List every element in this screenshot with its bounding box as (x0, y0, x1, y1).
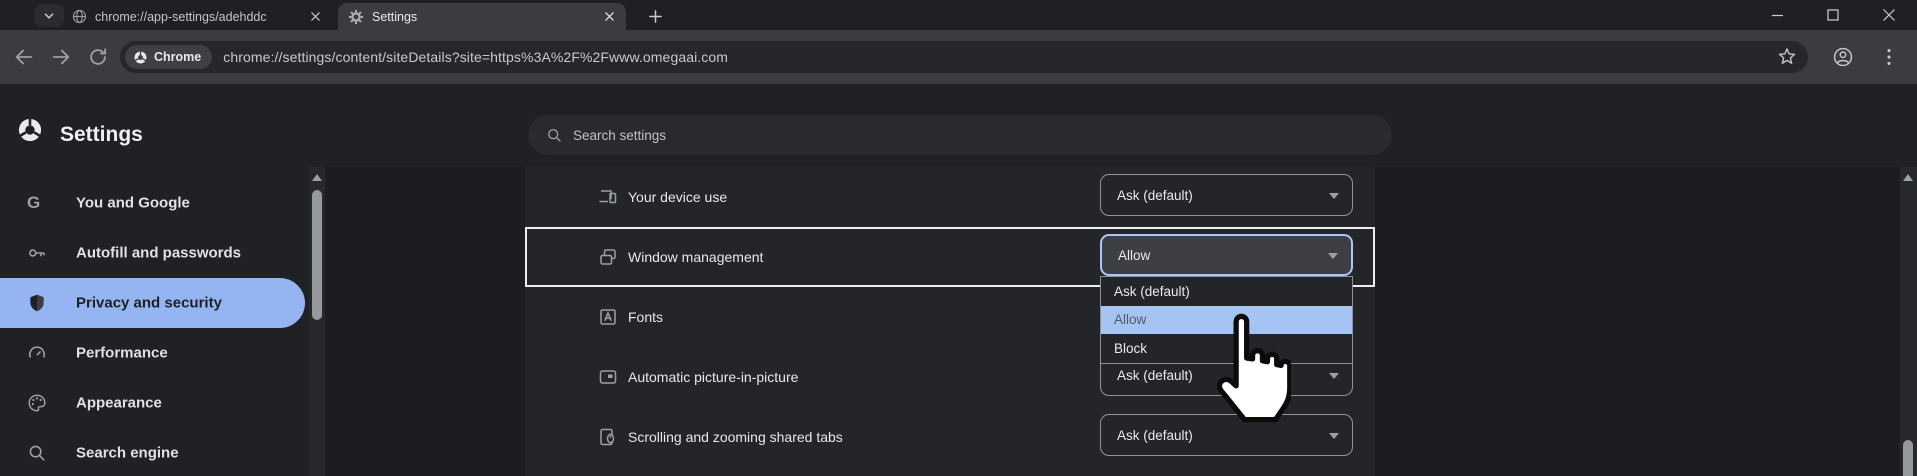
kebab-menu-icon[interactable] (1878, 46, 1900, 68)
sidebar-item-label: Privacy and security (76, 295, 222, 312)
permission-label: Scrolling and zooming shared tabs (628, 429, 843, 445)
content-area: Your device use Ask (default) Window man… (325, 167, 1917, 476)
search-settings-input[interactable]: Search settings (528, 115, 1392, 155)
scroll-up-arrow-icon[interactable] (1903, 174, 1913, 181)
scrollbar-thumb[interactable] (1903, 440, 1913, 476)
chrome-logo-icon (133, 50, 148, 65)
permission-label: Your device use (628, 189, 727, 205)
forward-icon[interactable] (50, 46, 72, 68)
dropdown-option-block[interactable]: Block (1101, 334, 1352, 363)
reload-icon[interactable] (87, 46, 109, 68)
minimize-icon (1771, 9, 1784, 22)
caret-down-icon (1329, 373, 1339, 379)
select-value: Ask (default) (1117, 188, 1193, 203)
dropdown-option-allow[interactable]: Allow (1101, 306, 1352, 335)
sidebar-item-performance[interactable]: Performance (0, 328, 305, 378)
google-g-icon: G (27, 193, 47, 213)
scroll-zoom-tabs-icon (598, 427, 618, 447)
permission-label: Automatic picture-in-picture (628, 369, 798, 385)
caret-down-icon (1328, 253, 1338, 259)
sidebar-item-label: Performance (76, 345, 168, 362)
speedometer-icon (27, 343, 47, 363)
chevron-down-icon (42, 9, 56, 23)
select-value: Ask (default) (1117, 368, 1193, 383)
tab-close-icon[interactable] (601, 8, 618, 25)
scrollbar-thumb[interactable] (312, 190, 322, 320)
fonts-icon (598, 307, 618, 327)
dropdown-option-ask[interactable]: Ask (default) (1101, 277, 1352, 306)
maximize-icon (1827, 9, 1839, 21)
search-placeholder: Search settings (573, 128, 666, 143)
tab-title-fade (278, 3, 304, 30)
tab-close-icon[interactable] (307, 8, 324, 25)
close-window-button[interactable] (1861, 0, 1917, 30)
window-management-icon (598, 247, 618, 267)
tab-search-button[interactable] (34, 4, 64, 27)
permission-label: Fonts (628, 309, 663, 325)
tab-settings[interactable]: Settings (338, 3, 626, 30)
page-scrollbar[interactable] (1900, 167, 1917, 476)
sidebar-item-privacy-security[interactable]: Privacy and security (0, 278, 305, 328)
permission-row-device-use: Your device use Ask (default) (525, 167, 1375, 227)
browser-window: chrome://app-settings/adehddc Settings (0, 0, 1917, 476)
tab-title: Settings (372, 10, 593, 24)
window-management-select[interactable]: Allow (1100, 234, 1353, 276)
search-icon (546, 127, 563, 144)
permission-label: Window management (628, 249, 763, 265)
new-tab-button[interactable] (645, 6, 665, 26)
magnifier-icon (27, 443, 47, 463)
close-icon (1882, 8, 1896, 22)
bookmark-star-icon[interactable] (1776, 46, 1798, 68)
scroll-zoom-tabs-select[interactable]: Ask (default) (1100, 414, 1353, 456)
window-controls (1749, 0, 1917, 30)
caret-down-icon (1329, 193, 1339, 199)
chrome-settings-logo-icon (16, 116, 44, 144)
window-management-dropdown: Ask (default) Allow Block (1100, 276, 1353, 364)
sidebar-item-appearance[interactable]: Appearance (0, 378, 305, 428)
picture-in-picture-icon (598, 367, 618, 387)
shield-icon (27, 293, 47, 313)
gear-icon (348, 9, 364, 25)
caret-down-icon (1329, 433, 1339, 439)
select-value: Ask (default) (1117, 428, 1193, 443)
settings-page: Your device use Ask (default) Window man… (0, 84, 1917, 476)
maximize-button[interactable] (1805, 0, 1861, 30)
back-icon[interactable] (13, 46, 35, 68)
chip-label: Chrome (154, 50, 201, 64)
tab-strip: chrome://app-settings/adehddc Settings (0, 0, 1917, 30)
sidebar-item-you-and-google[interactable]: G You and Google (0, 178, 305, 228)
settings-page-title: Settings (60, 123, 143, 147)
globe-icon (72, 9, 87, 24)
device-use-icon (598, 187, 618, 207)
profile-avatar-icon[interactable] (1832, 46, 1854, 68)
key-icon (27, 243, 47, 263)
address-bar[interactable]: Chrome chrome://settings/content/siteDet… (120, 41, 1808, 73)
sidebar-item-label: Appearance (76, 395, 162, 412)
sidebar-item-autofill[interactable]: Autofill and passwords (0, 228, 305, 278)
select-value: Allow (1118, 248, 1150, 263)
sidebar-item-search-engine[interactable]: Search engine (0, 428, 305, 476)
sidebar-item-label: Search engine (76, 445, 179, 462)
tab-app-settings[interactable]: chrome://app-settings/adehddc (62, 3, 332, 30)
sidebar-item-label: Autofill and passwords (76, 245, 241, 262)
scroll-up-arrow-icon[interactable] (312, 174, 322, 181)
palette-icon (27, 393, 47, 413)
minimize-button[interactable] (1749, 0, 1805, 30)
chrome-chip[interactable]: Chrome (125, 45, 212, 69)
permission-row-scroll-zoom-tabs: Scrolling and zooming shared tabs Ask (d… (525, 407, 1375, 467)
content-scrollbar[interactable] (309, 167, 325, 476)
browser-toolbar: Chrome chrome://settings/content/siteDet… (0, 30, 1917, 84)
url-text: chrome://settings/content/siteDetails?si… (223, 49, 728, 65)
device-use-select[interactable]: Ask (default) (1100, 174, 1353, 216)
tab-title: chrome://app-settings/adehddc (95, 10, 299, 24)
sidebar-item-label: You and Google (76, 195, 190, 212)
settings-header-band: Search settings (325, 84, 1917, 167)
plus-icon (648, 9, 663, 24)
